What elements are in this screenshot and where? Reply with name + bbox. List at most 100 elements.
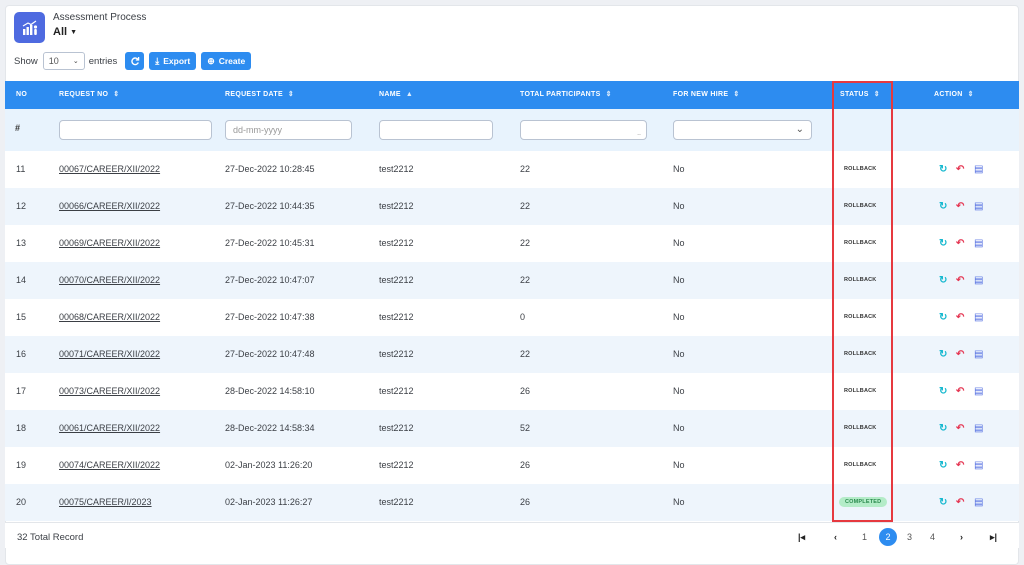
request-no-link[interactable]: 00073/CAREER/XII/2022 <box>59 373 160 410</box>
total-participants: 22 <box>520 164 531 174</box>
refresh-button[interactable] <box>125 52 145 70</box>
rollback-icon[interactable]: ↶ <box>956 262 964 299</box>
row-no: 16 <box>16 349 27 359</box>
rollback-icon[interactable]: ↶ <box>956 225 964 262</box>
reload-icon[interactable]: ↻ <box>939 299 947 336</box>
table-row: 14 00070/CAREER/XII/2022 27-Dec-2022 10:47… <box>5 262 1019 299</box>
reload-icon[interactable]: ↻ <box>939 410 947 447</box>
page-3-link[interactable]: 3 <box>907 532 912 542</box>
create-button[interactable]: ⊕ Create <box>201 52 252 70</box>
document-icon[interactable]: ▤ <box>974 447 983 484</box>
page-4-link[interactable]: 4 <box>930 532 935 542</box>
reload-icon[interactable]: ↻ <box>939 225 947 262</box>
sort-icon: ⇕ <box>605 91 612 98</box>
rollback-icon[interactable]: ↶ <box>956 151 964 188</box>
request-no-link[interactable]: 00075/CAREER/I/2023 <box>59 484 152 521</box>
participants-filter-input[interactable]: .. <box>520 120 647 140</box>
document-icon[interactable]: ▤ <box>974 410 983 447</box>
request-no-link[interactable]: 00069/CAREER/XII/2022 <box>59 225 160 262</box>
first-page-icon[interactable]: |◂ <box>798 532 805 543</box>
page-2-link[interactable]: 2 <box>879 528 897 546</box>
export-button[interactable]: ⤓ Export <box>149 52 197 70</box>
document-icon[interactable]: ▤ <box>974 262 983 299</box>
document-icon[interactable]: ▤ <box>974 484 983 521</box>
rollback-icon[interactable]: ↶ <box>956 373 964 410</box>
document-icon[interactable]: ▤ <box>974 336 983 373</box>
column-header-no[interactable]: NO <box>16 81 27 109</box>
refresh-icon <box>131 57 140 66</box>
request-no-link[interactable]: 00068/CAREER/XII/2022 <box>59 299 160 336</box>
request-date-filter-input[interactable]: dd-mm-yyyy <box>225 120 352 140</box>
reload-icon[interactable]: ↻ <box>939 188 947 225</box>
reload-icon[interactable]: ↻ <box>939 484 947 521</box>
request-no-link[interactable]: 00070/CAREER/XII/2022 <box>59 262 160 299</box>
document-icon[interactable]: ▤ <box>974 188 983 225</box>
document-icon[interactable]: ▤ <box>974 373 983 410</box>
table-row: 20 00075/CAREER/I/2023 02-Jan-2023 11:26:2… <box>5 484 1019 521</box>
new-hire-filter-select[interactable]: ⌄ <box>673 120 812 140</box>
row-no: 14 <box>16 275 27 285</box>
column-header-name[interactable]: NAME ▲ <box>379 81 413 109</box>
entries-select[interactable]: 10 ⌄ <box>42 52 85 70</box>
request-date: 27-Dec-2022 10:47:48 <box>225 349 315 359</box>
request-no-link[interactable]: 00061/CAREER/XII/2022 <box>59 410 160 447</box>
request-no-link[interactable]: 00066/CAREER/XII/2022 <box>59 188 160 225</box>
for-new-hire: No <box>673 201 685 211</box>
reload-icon[interactable]: ↻ <box>939 262 947 299</box>
column-header-for-new-hire[interactable]: FOR NEW HIRE ⇕ <box>673 81 740 109</box>
column-header-total-participants[interactable]: TOTAL PARTICIPANTS ⇕ <box>520 81 612 109</box>
column-header-action[interactable]: ACTION ⇕ <box>934 81 974 109</box>
rollback-icon[interactable]: ↶ <box>956 336 964 373</box>
row-name: test2212 <box>379 238 414 248</box>
request-date: 02-Jan-2023 11:26:27 <box>225 497 313 507</box>
for-new-hire: No <box>673 423 685 433</box>
next-page-icon[interactable]: › <box>960 532 963 542</box>
reload-icon[interactable]: ↻ <box>939 336 947 373</box>
reload-icon[interactable]: ↻ <box>939 151 947 188</box>
sort-icon: ⇕ <box>733 91 740 98</box>
chevron-down-icon: ⌄ <box>795 124 804 135</box>
request-no-link[interactable]: 00067/CAREER/XII/2022 <box>59 151 160 188</box>
row-no: 19 <box>16 460 27 470</box>
rollback-icon[interactable]: ↶ <box>956 447 964 484</box>
document-icon[interactable]: ▤ <box>974 225 983 262</box>
request-date: 27-Dec-2022 10:47:38 <box>225 312 315 322</box>
total-participants: 26 <box>520 460 531 470</box>
page-1-link[interactable]: 1 <box>862 532 867 542</box>
rollback-icon[interactable]: ↶ <box>956 299 964 336</box>
request-no-filter-input[interactable] <box>59 120 212 140</box>
total-participants: 26 <box>520 497 531 507</box>
page-header: Assessment Process All ▼ <box>14 12 146 43</box>
row-name: test2212 <box>379 460 414 470</box>
download-icon: ⤓ <box>155 55 160 66</box>
last-page-icon[interactable]: ▸| <box>990 532 997 543</box>
column-header-request-no[interactable]: REQUEST NO ⇕ <box>59 81 119 109</box>
process-filter-dropdown[interactable]: All ▼ <box>53 26 146 38</box>
name-filter-input[interactable] <box>379 120 493 140</box>
create-label: Create <box>218 56 246 66</box>
table-controls: Show 10 ⌄ entries ⤓ Export ⊕ Create <box>14 52 252 70</box>
request-no-link[interactable]: 00071/CAREER/XII/2022 <box>59 336 160 373</box>
reload-icon[interactable]: ↻ <box>939 373 947 410</box>
document-icon[interactable]: ▤ <box>974 151 983 188</box>
process-filter-value: All <box>53 26 68 38</box>
rollback-icon[interactable]: ↶ <box>956 484 964 521</box>
sort-icon: ⇕ <box>113 91 120 98</box>
column-header-status[interactable]: STATUS ⇕ <box>840 81 880 109</box>
request-date: 27-Dec-2022 10:45:31 <box>225 238 315 248</box>
table-footer: 32 Total Record |◂ ‹ 1 2 3 4 › ▸| <box>5 522 1019 548</box>
request-date: 27-Dec-2022 10:28:45 <box>225 164 315 174</box>
rollback-icon[interactable]: ↶ <box>956 188 964 225</box>
request-date: 02-Jan-2023 11:26:20 <box>225 460 313 470</box>
table-row: 17 00073/CAREER/XII/2022 28-Dec-2022 14:58… <box>5 373 1019 410</box>
row-no: 13 <box>16 238 27 248</box>
document-icon[interactable]: ▤ <box>974 299 983 336</box>
request-no-link[interactable]: 00074/CAREER/XII/2022 <box>59 447 160 484</box>
reload-icon[interactable]: ↻ <box>939 447 947 484</box>
row-name: test2212 <box>379 349 414 359</box>
page-title: Assessment Process <box>53 12 147 23</box>
rollback-icon[interactable]: ↶ <box>956 410 964 447</box>
prev-page-icon[interactable]: ‹ <box>834 532 837 542</box>
column-header-request-date[interactable]: REQUEST DATE ⇕ <box>225 81 294 109</box>
row-name: test2212 <box>379 423 414 433</box>
